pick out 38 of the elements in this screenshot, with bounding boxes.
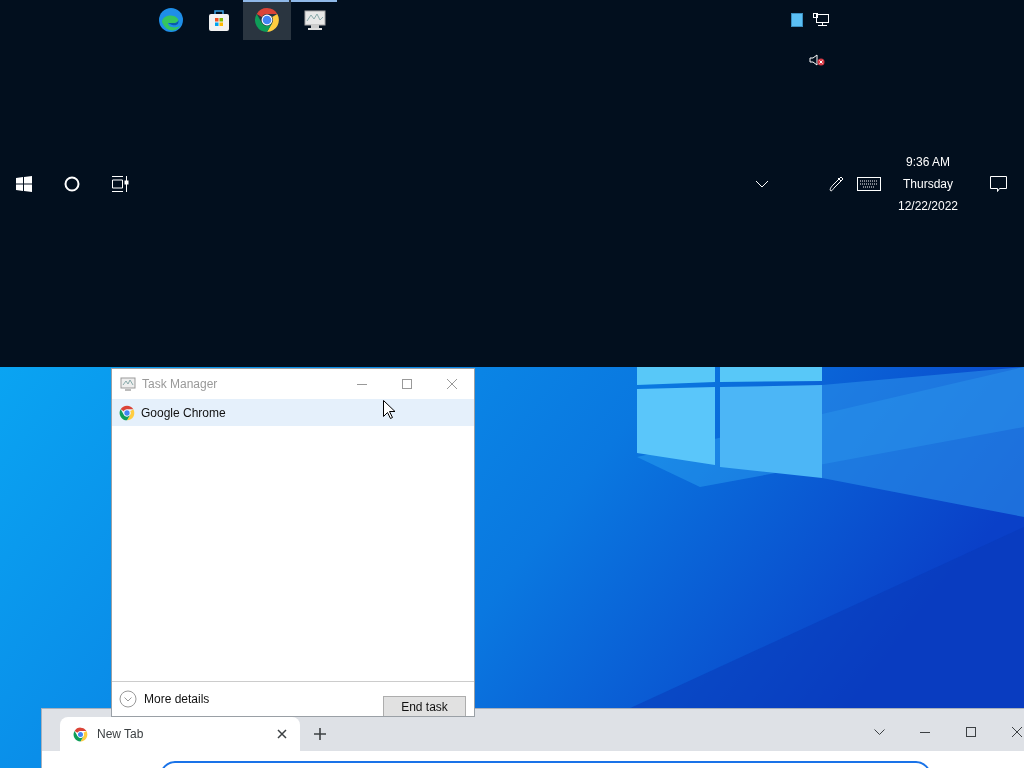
tab-title: New Tab <box>97 726 145 743</box>
minimize-icon <box>920 731 930 733</box>
close-icon[interactable] <box>277 729 287 739</box>
message-icon <box>989 176 1007 192</box>
chrome-icon <box>119 404 135 421</box>
taskbar-app-button[interactable] <box>243 0 291 40</box>
chevron-down-icon <box>755 180 769 188</box>
plus-icon <box>314 728 326 740</box>
close-icon <box>1012 727 1022 737</box>
window-icon <box>791 13 803 27</box>
maximize-icon <box>966 727 976 737</box>
monitor-icon <box>302 8 328 32</box>
clock[interactable]: 9:36 AM Thursday 12/22/2022 <box>890 151 966 217</box>
chevron-down-icon <box>873 728 885 736</box>
windows-logo-icon <box>16 176 32 192</box>
more-details-link[interactable]: More details <box>144 690 210 708</box>
end-task-button[interactable]: End task <box>383 696 466 716</box>
close-icon <box>446 379 457 389</box>
cursor-icon <box>383 400 395 419</box>
keyboard-icon <box>857 177 881 191</box>
edge-icon <box>158 7 184 33</box>
monitor-icon <box>120 376 136 392</box>
minimize-icon <box>356 383 367 385</box>
app-list-item[interactable]: Google Chrome <box>112 399 474 426</box>
maximize-icon <box>401 379 412 389</box>
chrome-icon <box>254 7 280 33</box>
network-icon <box>813 13 829 27</box>
task-view-icon <box>111 176 129 192</box>
running-indicator <box>291 0 337 2</box>
running-indicator <box>243 0 289 2</box>
circle-icon <box>64 176 80 192</box>
store-bag-icon <box>207 8 231 32</box>
window-title: Task Manager <box>142 376 218 393</box>
browser-tab[interactable]: New Tab <box>60 717 300 751</box>
chevron-circle-icon[interactable] <box>119 690 137 708</box>
chrome-logo-icon <box>73 726 88 742</box>
pen-icon <box>827 175 845 193</box>
app-name: Google Chrome <box>141 404 226 422</box>
